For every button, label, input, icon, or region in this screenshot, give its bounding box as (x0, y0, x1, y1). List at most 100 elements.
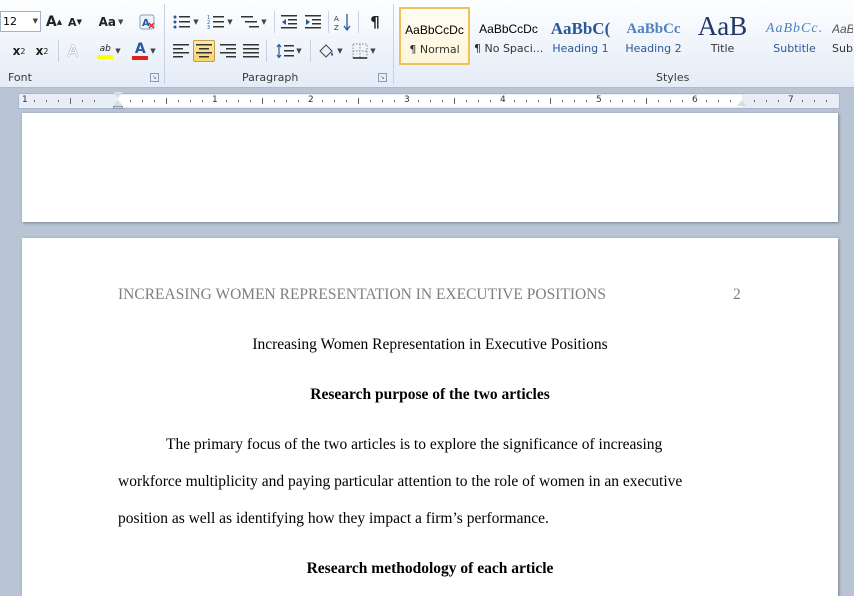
style-name: Heading 2 (625, 42, 682, 55)
style-sample: AaBbCcDc (405, 23, 464, 37)
highlight-swatch (97, 54, 114, 59)
font-size-value: 12 (3, 15, 17, 28)
font-size-box[interactable]: 12 ▼ (0, 11, 41, 32)
style-name: ¶ Normal (409, 43, 460, 56)
grow-font-icon: A (45, 14, 57, 30)
paragraph-dialog-launcher-icon[interactable]: ↘ (378, 73, 387, 82)
pilcrow-icon: ¶ (370, 13, 380, 31)
page-number: 2 (733, 286, 741, 303)
section-heading: Research purpose of the two articles (310, 386, 550, 403)
text-effects-button[interactable]: A (62, 40, 84, 62)
font-color-button[interactable]: A ▼ (128, 40, 160, 62)
decrease-indent-button[interactable] (278, 11, 300, 33)
justify-icon (243, 44, 259, 58)
ruler-number: 7 (788, 95, 794, 105)
style-sample: AaBbCcDc (479, 22, 538, 36)
decrease-indent-icon (281, 15, 297, 29)
clear-formatting-button[interactable]: A (136, 11, 158, 33)
style-no-spacing[interactable]: AaBbCcDc ¶ No Spaci... (473, 7, 544, 65)
style-sample: AaBbC( (550, 19, 611, 38)
subscript-button[interactable]: x2 (8, 40, 30, 62)
style-name: Sub (832, 42, 853, 55)
first-line-indent-marker[interactable] (113, 92, 123, 98)
paragraph-line: workforce multiplicity and paying partic… (118, 473, 683, 490)
line-spacing-icon (276, 44, 295, 58)
svg-text:Z: Z (334, 24, 339, 31)
increase-indent-button[interactable] (302, 11, 324, 33)
ruler-number: 4 (500, 95, 506, 105)
change-case-icon: Aa (98, 15, 116, 29)
grow-font-button[interactable]: A ▲ (44, 11, 64, 33)
style-name: Subtitle (773, 42, 816, 55)
align-right-icon (220, 44, 236, 58)
style-subtitle[interactable]: AaBbCc. Subtitle (759, 7, 830, 65)
multilevel-list-icon (241, 16, 260, 28)
paragraph-line: The primary focus of the two articles is… (166, 436, 663, 453)
align-left-icon (173, 44, 189, 58)
style-subtle[interactable]: AaBbCcDc Sub (831, 7, 854, 65)
style-sample: AaBbCcDc (832, 22, 853, 36)
paragraph-line: position as well as identifying how they… (118, 510, 549, 527)
chevron-down-icon: ▼ (118, 18, 124, 26)
chevron-down-icon: ▼ (370, 47, 376, 55)
paragraph-group-label: Paragraph (242, 71, 299, 84)
font-color-icon: A (132, 42, 149, 60)
page-2[interactable]: INCREASING WOMEN REPRESENTATION IN EXECU… (22, 238, 838, 596)
line-spacing-button[interactable]: ▼ (272, 40, 306, 62)
style-sample: AaBbCc. (765, 21, 824, 36)
shrink-font-button[interactable]: A ▼ (66, 11, 84, 33)
running-header: INCREASING WOMEN REPRESENTATION IN EXECU… (118, 286, 607, 303)
paint-bucket-icon (319, 44, 334, 58)
multilevel-list-button[interactable]: ▼ (238, 11, 270, 33)
align-right-button[interactable] (217, 40, 239, 62)
subscript-icon: x (12, 44, 21, 58)
sort-button[interactable]: A Z (332, 11, 354, 33)
chevron-down-icon: ▼ (115, 47, 121, 55)
ruler-number: 3 (404, 95, 410, 105)
style-name: Heading 1 (552, 42, 609, 55)
justify-button[interactable] (240, 40, 262, 62)
font-dialog-launcher-icon[interactable]: ↘ (150, 73, 159, 82)
divider (164, 4, 165, 84)
svg-text:A: A (334, 15, 339, 23)
horizontal-ruler[interactable]: 1 1 2 3 4 5 6 7 (18, 92, 840, 109)
clear-formatting-icon: A (139, 14, 155, 30)
chevron-down-icon[interactable]: ▼ (33, 12, 38, 31)
bullet-list-icon (173, 15, 191, 29)
ruler-number: 1 (22, 95, 28, 105)
chevron-down-icon: ▼ (337, 47, 343, 55)
divider (358, 11, 359, 33)
align-left-button[interactable] (170, 40, 192, 62)
style-title[interactable]: AaB Title (687, 7, 758, 65)
borders-button[interactable]: ▼ (348, 40, 380, 62)
font-group-label: Font (8, 71, 32, 84)
highlight-color-button[interactable]: ab ▼ (92, 40, 126, 62)
style-heading-2[interactable]: AaBbCc Heading 2 (618, 7, 689, 65)
show-formatting-button[interactable]: ¶ (364, 11, 386, 33)
styles-group-label: Styles (656, 71, 690, 84)
style-normal[interactable]: AaBbCcDc ¶ Normal (399, 7, 470, 65)
chevron-down-icon: ▼ (261, 18, 267, 26)
highlighter-icon: ab (97, 44, 114, 59)
numbering-button[interactable]: 1 2 3 ▼ (204, 11, 236, 33)
styles-gallery: AaBbCcDc ¶ Normal AaBbCcDc ¶ No Spaci...… (397, 5, 854, 65)
shading-button[interactable]: ▼ (314, 40, 346, 62)
left-indent-marker[interactable] (113, 106, 123, 109)
divider (58, 40, 59, 62)
document-title: Increasing Women Representation in Execu… (252, 336, 608, 353)
ruler-number: 1 (212, 95, 218, 105)
ribbon: 12 ▼ A ▲ A ▼ Aa ▼ A x2 x2 A ab ▼ A ▼ Fon… (0, 0, 854, 88)
borders-icon (352, 43, 368, 59)
change-case-button[interactable]: Aa ▼ (96, 11, 126, 33)
chevron-down-icon: ▼ (150, 47, 156, 55)
superscript-button[interactable]: x2 (31, 40, 53, 62)
section-heading: Research methodology of each article (306, 560, 554, 577)
page-1-bottom[interactable] (22, 113, 838, 222)
ruler-number: 5 (596, 95, 602, 105)
style-sample: AaBbCc (626, 21, 681, 37)
right-indent-marker[interactable] (737, 100, 747, 106)
bullets-button[interactable]: ▼ (170, 11, 202, 33)
ruler-number: 2 (308, 95, 314, 105)
align-center-button[interactable] (193, 40, 215, 62)
style-heading-1[interactable]: AaBbC( Heading 1 (545, 7, 616, 65)
